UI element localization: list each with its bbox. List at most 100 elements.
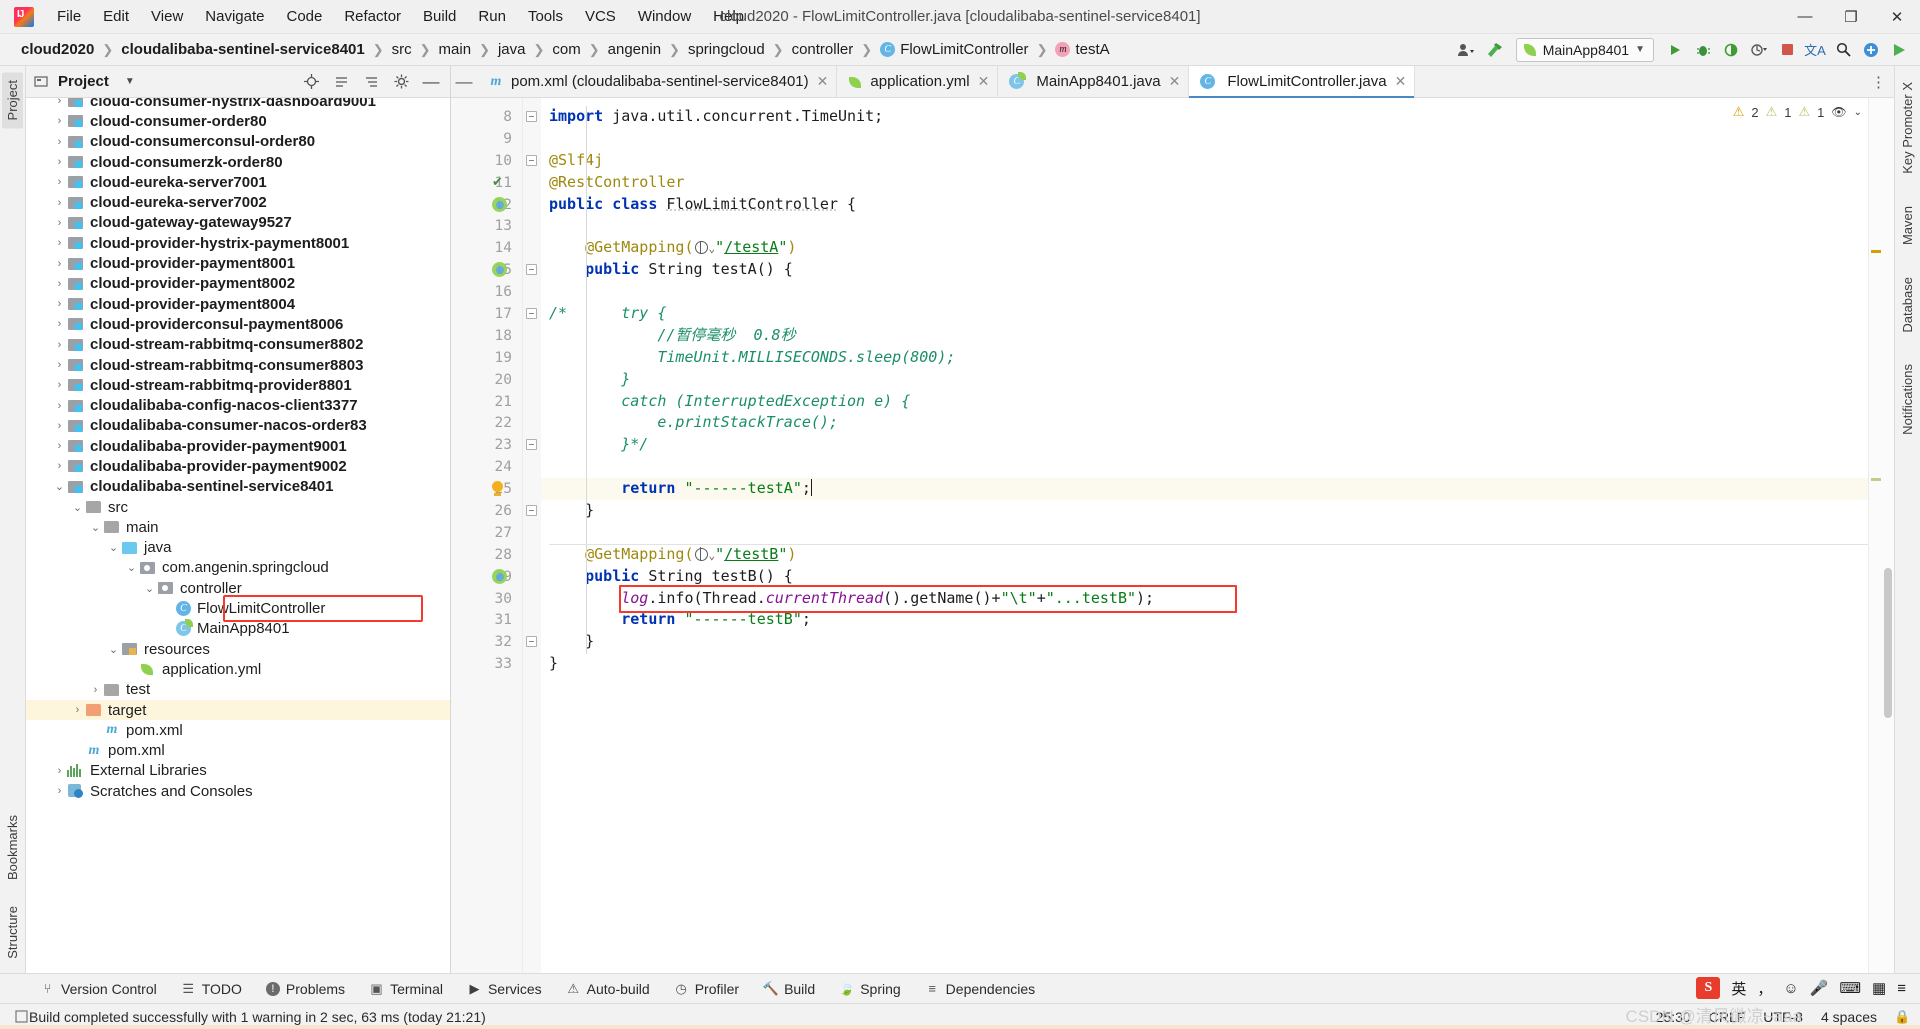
menu-build[interactable]: Build [412,4,467,29]
tree-node[interactable]: m pom.xml [26,741,450,761]
code-line[interactable]: } [541,500,1868,522]
tool-window-button-build[interactable]: 🔨 Build [751,979,827,999]
chevron-right-icon[interactable]: › [52,339,67,351]
chevron-right-icon[interactable]: › [52,298,67,310]
inspection-eye-icon[interactable]: 👁 [1831,105,1846,119]
chevron-right-icon[interactable]: › [52,136,67,148]
tab-application-yml[interactable]: application.yml ✕ [837,66,999,97]
code-line[interactable] [541,456,1868,478]
menu-refactor[interactable]: Refactor [333,4,412,29]
sogou-input-icon[interactable]: S [1696,977,1721,999]
tree-node[interactable]: ⌄ com.angenin.springcloud [26,558,450,578]
hide-icon[interactable]: — [418,70,444,94]
chevron-right-icon[interactable]: › [52,176,67,188]
code-line[interactable] [541,281,1868,303]
breadcrumb-src[interactable]: src [385,39,419,60]
menu-tools[interactable]: Tools [517,4,574,29]
menu-navigate[interactable]: Navigate [194,4,275,29]
tree-node[interactable]: › cloud-eureka-server7001 [26,172,450,192]
menu-help[interactable]: Help [702,4,755,29]
code-line[interactable]: @Slf4j [541,150,1868,172]
chevron-right-icon[interactable]: › [52,278,67,290]
code-line[interactable]: //暂停毫秒 0.8秒 [541,325,1868,347]
maximize-button[interactable]: ❐ [1828,0,1874,34]
tree-node[interactable]: › External Libraries [26,761,450,781]
code-line[interactable]: @GetMapping(⌄"/testB") [541,544,1868,566]
project-dropdown-icon[interactable] [32,70,50,94]
breadcrumb-java[interactable]: java [491,39,533,60]
tree-node[interactable]: › cloud-consumerzk-order80 [26,152,450,172]
breadcrumb-angenin[interactable]: angenin [601,39,668,60]
project-tree[interactable]: › cloud-consumer-hystrix-dashboard9001 › cl… [26,98,450,973]
ime-emoji-icon[interactable]: ☺ [1783,980,1798,997]
tool-window-button-dependencies[interactable]: ≡ Dependencies [913,979,1048,999]
fold-gutter[interactable] [523,98,541,973]
tree-node[interactable]: › test [26,680,450,700]
chevron-down-icon[interactable]: ⌄ [70,501,85,514]
lock-icon[interactable]: 🔒 [1894,1009,1910,1024]
chevron-right-icon[interactable]: › [52,440,67,452]
sidebar-item-database[interactable]: Database [1897,269,1918,341]
fold-toggle-icon[interactable] [526,264,537,276]
chevron-right-icon[interactable]: › [52,785,67,797]
tree-node[interactable]: › cloud-stream-rabbitmq-consumer8803 [26,355,450,375]
close-button[interactable]: ✕ [1874,0,1920,34]
menu-view[interactable]: View [140,4,194,29]
menu-file[interactable]: File [46,4,92,29]
inspection-widget[interactable]: ⚠ 2 ⚠ 1 ⚠ 1 👁 ⌄ [1733,104,1862,120]
ime-tray[interactable]: S 英 ， ☺ 🎤 ⌨ ▦ ≡ [1696,977,1906,999]
breadcrumb-com[interactable]: com [545,39,587,60]
tool-window-button-spring[interactable]: 🍃 Spring [827,979,912,999]
fold-toggle-icon[interactable] [526,111,537,122]
run-green-icon[interactable] [1886,38,1912,62]
run-icon[interactable] [1662,38,1688,62]
tool-window-button-version-control[interactable]: ⑂ Version Control [28,979,169,999]
error-stripe[interactable] [1868,98,1882,973]
tree-node[interactable]: application.yml [26,659,450,679]
run-configuration-selector[interactable]: MainApp8401 ▼ [1515,37,1654,62]
tool-window-button-todo[interactable]: ☰ TODO [169,979,254,999]
scrollbar-thumb[interactable] [1884,568,1892,718]
editor-tab-options[interactable]: ⋮ [1871,66,1894,97]
chevron-down-icon[interactable]: ⌄ [142,582,157,595]
chevron-right-icon[interactable]: › [52,258,67,270]
editor-scrollbar[interactable] [1882,98,1894,973]
tool-window-button-services[interactable]: ▶ Services [455,979,554,999]
breadcrumb-main[interactable]: main [432,39,479,60]
stop-icon[interactable] [1774,38,1800,62]
menu-code[interactable]: Code [275,4,333,29]
spring-bean-icon[interactable] [492,196,507,212]
collapse-all-icon[interactable] [358,70,384,94]
sidebar-item-key-promoter-x[interactable]: Key Promoter X [1897,74,1918,182]
tree-node[interactable]: ⌄ cloudalibaba-sentinel-service8401 [26,477,450,497]
code-line[interactable]: return "------testA"; [541,478,1868,501]
user-icon[interactable] [1454,38,1480,62]
chevron-right-icon[interactable]: › [52,379,67,391]
ime-menu-icon[interactable]: ≡ [1897,980,1906,997]
indent-setting[interactable]: 4 spaces [1821,1009,1877,1025]
tree-node[interactable]: › cloudalibaba-consumer-nacos-order83 [26,416,450,436]
locate-icon[interactable] [298,70,324,94]
minimize-button[interactable]: — [1782,0,1828,34]
gear-icon[interactable] [388,70,414,94]
sidebar-item-structure[interactable]: Structure [2,898,23,967]
close-icon[interactable]: ✕ [817,73,829,90]
menu-vcs[interactable]: VCS [574,4,627,29]
tool-window-button-problems[interactable]: ! Problems [254,979,357,999]
code-line[interactable] [541,522,1868,544]
chevron-right-icon[interactable]: › [52,115,67,127]
tree-node[interactable]: › cloud-provider-payment8004 [26,294,450,314]
chevron-right-icon[interactable]: › [52,237,67,249]
code-line[interactable]: catch (InterruptedException e) { [541,391,1868,413]
tree-node[interactable]: m pom.xml [26,720,450,740]
line-separator[interactable]: CRLF [1709,1009,1746,1025]
chevron-down-icon[interactable]: ⌄ [106,541,121,554]
spring-bean-icon[interactable] [492,568,507,584]
tree-node[interactable]: › cloud-provider-hystrix-payment8001 [26,233,450,253]
breadcrumb-method[interactable]: m testA [1048,39,1116,60]
breadcrumb-cloud2020[interactable]: cloud2020 [14,39,101,60]
chevron-down-icon[interactable]: ⌄ [88,521,103,534]
tree-node[interactable]: › cloud-gateway-gateway9527 [26,213,450,233]
chevron-down-icon[interactable]: ⌄ [124,561,139,574]
tree-node[interactable]: ⌄ java [26,538,450,558]
